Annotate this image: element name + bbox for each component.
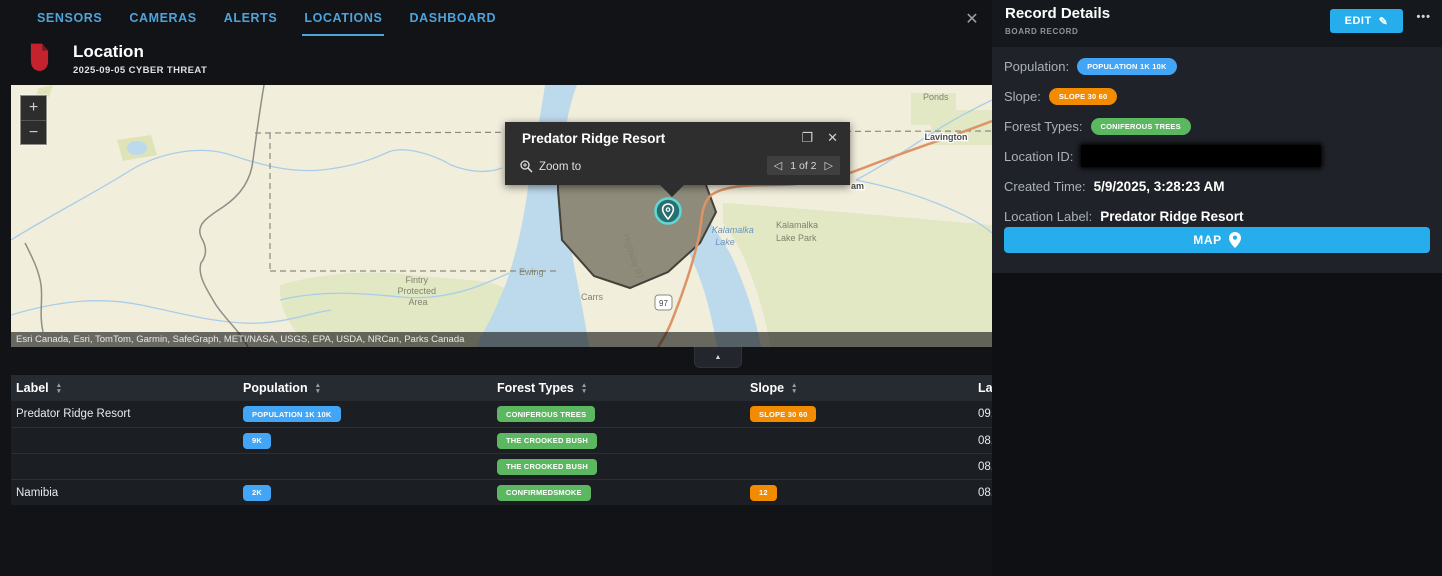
edit-button[interactable]: EDIT ✎ (1330, 9, 1403, 33)
population-badge: POPULATION 1K 10K (243, 406, 341, 422)
pager-next-icon[interactable]: ▷ (825, 159, 833, 172)
cell-label: Namibia (11, 487, 238, 499)
slope-badge: SLOPE 30 60 (750, 406, 816, 422)
table-row[interactable]: Predator Ridge Resort POPULATION 1K 10K … (11, 401, 992, 427)
created-time-value: 5/9/2025, 3:28:23 AM (1094, 179, 1225, 194)
panel-overflow-menu-icon[interactable]: ••• (1416, 11, 1431, 23)
page-subtitle: 2025-09-05 CYBER THREAT (73, 65, 207, 76)
map-kalamalka-park-area (723, 203, 992, 347)
panel-body: Population: POPULATION 1K 10K Slope: SLO… (992, 47, 1442, 273)
popup-close-icon[interactable]: ✕ (827, 130, 838, 146)
pager-prev-icon[interactable]: ◁ (774, 159, 782, 172)
column-header-population[interactable]: Population▲▼ (238, 381, 492, 395)
table-header-row: Label▲▼ Population▲▼ Forest Types▲▼ Slop… (11, 375, 992, 401)
location-label-field-label: Location Label: (1004, 209, 1092, 224)
popup-pager: ◁ 1 of 2 ▷ (767, 156, 840, 175)
app-logo-icon (29, 42, 50, 72)
column-header-label[interactable]: Label▲▼ (11, 381, 238, 395)
sort-icon[interactable]: ▲▼ (791, 383, 797, 394)
svg-text:97: 97 (659, 299, 668, 308)
population-badge: 2K (243, 485, 271, 501)
page-header: Location 2025-09-05 CYBER THREAT (0, 38, 992, 84)
pencil-icon: ✎ (1379, 15, 1389, 28)
popup-dock-icon[interactable]: ❐ (801, 130, 813, 146)
map-attribution: Esri Canada, Esri, TomTom, Garmin, SafeG… (11, 332, 992, 347)
nav-tabs: SENSORS CAMERAS ALERTS LOCATIONS DASHBOA… (35, 0, 498, 35)
slope-badge: SLOPE 30 60 (1049, 88, 1117, 105)
locations-table: Label▲▼ Population▲▼ Forest Types▲▼ Slop… (11, 375, 992, 505)
collapse-arrow-icon: ▲ (715, 354, 722, 361)
zoom-out-button[interactable]: − (21, 120, 46, 144)
forest-badge: CONFIRMEDSMOKE (497, 485, 591, 501)
tab-dashboard[interactable]: DASHBOARD (407, 0, 498, 34)
sort-icon[interactable]: ▲▼ (315, 383, 321, 394)
tab-locations[interactable]: LOCATIONS (302, 0, 384, 36)
panel-title: Record Details (1005, 5, 1110, 22)
location-label-value: Predator Ridge Resort (1100, 209, 1243, 224)
forest-badge: THE CROOKED BUSH (497, 459, 597, 475)
lavington-label: Lavington (925, 132, 968, 142)
carrs-label: Carrs (581, 292, 603, 302)
panel-subtitle: BOARD RECORD (1005, 27, 1078, 36)
map-panel[interactable]: Ponds Lavington am Ewing Carrs Fintry Pr… (11, 85, 992, 347)
sort-icon[interactable]: ▲▼ (581, 383, 587, 394)
map-popup: Predator Ridge Resort ❐ ✕ Zoom to ◁ 1 of… (505, 122, 850, 185)
tab-alerts[interactable]: ALERTS (222, 0, 280, 34)
table-collapse-handle[interactable]: ▲ (694, 347, 742, 368)
map-zoom-controls: + − (20, 95, 47, 145)
location-id-redacted-value (1081, 145, 1321, 167)
cell-last: 08, (973, 487, 992, 499)
location-id-field-label: Location ID: (1004, 149, 1073, 164)
forest-types-badge: CONIFEROUS TREES (1091, 118, 1191, 135)
population-field-label: Population: (1004, 59, 1069, 74)
slope-badge: 12 (750, 485, 777, 501)
pager-count: 1 of 2 (790, 160, 816, 172)
column-header-last[interactable]: La (973, 381, 992, 395)
map-pond (127, 141, 147, 155)
forest-badge: CONIFEROUS TREES (497, 406, 595, 422)
panel-close-icon[interactable]: ✕ (961, 8, 983, 30)
popup-zoom-to-link[interactable]: Zoom to (520, 160, 581, 173)
slope-field-label: Slope: (1004, 89, 1041, 104)
created-time-field-label: Created Time: (1004, 179, 1086, 194)
map-button[interactable]: MAP (1004, 227, 1430, 253)
cell-last: 08, (973, 461, 992, 473)
popup-title: Predator Ridge Resort (522, 131, 665, 146)
column-header-slope[interactable]: Slope▲▼ (745, 381, 973, 395)
cell-last: 08, (973, 435, 992, 447)
route-97-shield-icon: 97 (655, 295, 672, 310)
population-badge: POPULATION 1K 10K (1077, 58, 1177, 75)
record-details-panel: Record Details BOARD RECORD EDIT ✎ ••• P… (992, 0, 1442, 576)
sort-icon[interactable]: ▲▼ (56, 383, 62, 394)
ewing-label: Ewing (519, 267, 544, 277)
zoom-in-button[interactable]: + (21, 96, 46, 120)
map-roads-minor (25, 85, 264, 347)
table-row[interactable]: 9K THE CROOKED BUSH 08, (11, 427, 992, 453)
map-pin-icon (1229, 232, 1241, 248)
map-marker[interactable] (656, 199, 681, 224)
top-nav: SENSORS CAMERAS ALERTS LOCATIONS DASHBOA… (0, 0, 992, 36)
table-row[interactable]: THE CROOKED BUSH 08, (11, 453, 992, 479)
magnifier-zoom-icon (520, 160, 533, 173)
cell-label: Predator Ridge Resort (11, 408, 238, 420)
forest-badge: THE CROOKED BUSH (497, 433, 597, 449)
population-badge: 9K (243, 433, 271, 449)
ponds-label: Ponds (923, 92, 949, 102)
tab-cameras[interactable]: CAMERAS (127, 0, 198, 34)
page-title: Location (73, 42, 144, 62)
coldstream-label-partial: am (851, 181, 864, 191)
cell-last: 09, (973, 408, 992, 420)
tab-sensors[interactable]: SENSORS (35, 0, 104, 34)
forest-types-field-label: Forest Types: (1004, 119, 1083, 134)
column-header-forest-types[interactable]: Forest Types▲▼ (492, 381, 745, 395)
table-row[interactable]: Namibia 2K CONFIRMEDSMOKE 12 08, (11, 479, 992, 505)
panel-header: Record Details BOARD RECORD EDIT ✎ ••• (992, 0, 1442, 47)
